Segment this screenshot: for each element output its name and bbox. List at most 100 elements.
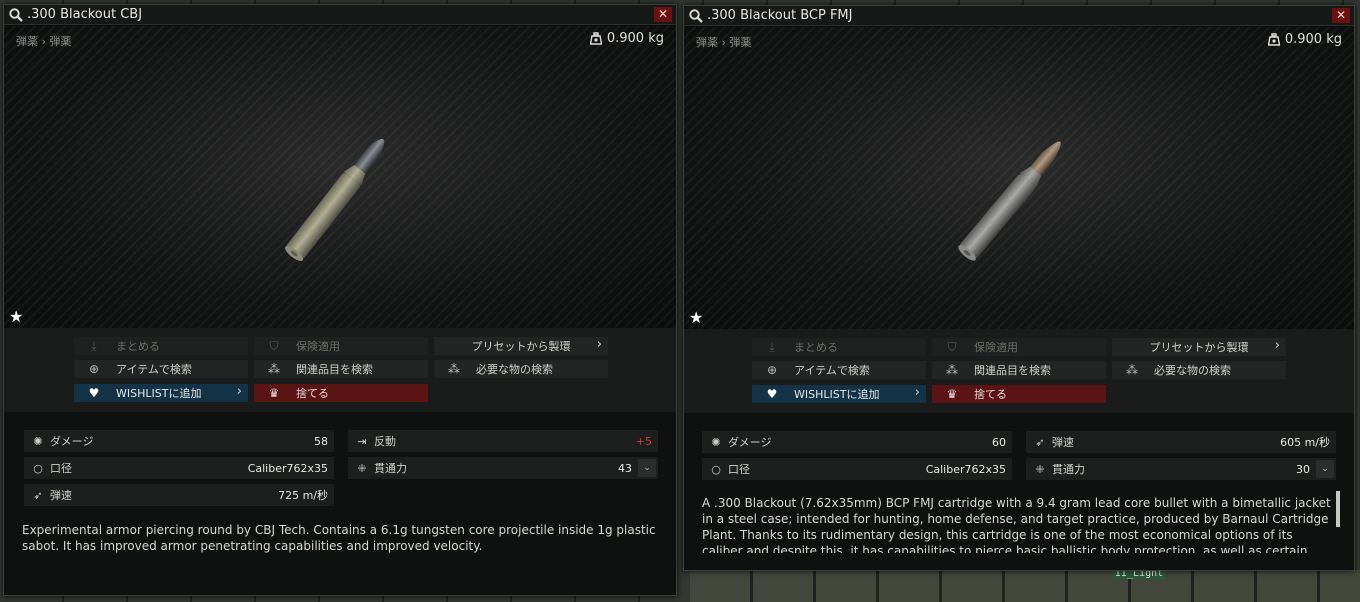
wishlist-button[interactable]: ♥ WISHLISTに追加 › [74,384,248,402]
related-nodes-icon: ⁂ [268,362,280,376]
chevron-down-icon[interactable]: ⌄ [638,459,656,477]
inventory-strip [690,570,1360,602]
stat-velocity: ➶ 弾速 725 m/秒 [24,484,334,506]
shield-icon: ⛉ [947,339,957,354]
damage-icon: ✺ [33,434,43,448]
discard-label: 捨てる [974,388,1007,401]
stat-recoil: ⇥ 反動 +5 [348,430,658,452]
trash-crown-icon: ♛ [946,387,958,401]
search-required-button[interactable]: ⁂ 必要な物の検索 [434,360,608,378]
discard-button[interactable]: ♛ 捨てる [254,384,428,402]
stat-label: 口径 [728,463,750,476]
breadcrumb: 弾薬 › 弾薬 [16,35,72,48]
stat-value: 30 [1296,462,1310,476]
close-icon: ✕ [1335,8,1347,22]
search-item-button[interactable]: ⊕ アイテムで検索 [74,360,248,378]
action-panel: ⤓ まとめる ⛉ 保険適用 プリセットから製環 › ⊕ アイテムで検索 ⁂ 関連品目を検索… [4,328,676,412]
chevron-right-icon: › [236,384,242,399]
item-image-area: 弾薬 › 弾薬 0.900 kg ★ [4,26,676,328]
stat-label: ダメージ [50,435,94,448]
recoil-icon: ⇥ [357,434,367,448]
collapse-label: まとめる [794,341,838,354]
search-item-label: アイテムで検索 [116,363,192,376]
preset-label: プリセットから製環 [471,340,571,353]
stat-caliber: ○ 口径 Caliber762x35 [24,457,334,479]
search-related-label: 関連品目を検索 [296,363,373,376]
stat-velocity: ➶ 弾速 605 m/秒 [1026,431,1336,453]
search-icon [9,7,23,22]
collapse-label: まとめる [116,340,160,353]
chevron-right-icon: › [1274,338,1280,353]
stat-value: 58 [314,434,328,448]
item-image [285,138,385,261]
preset-button[interactable]: プリセットから製環 › [434,337,608,355]
stat-value: 605 m/秒 [1280,436,1330,449]
stat-label: 貫通力 [1052,463,1085,476]
collapse-button[interactable]: ⤓ まとめる [74,337,248,355]
insure-label: 保険適用 [296,340,340,353]
discard-button[interactable]: ♛ 捨てる [932,385,1106,403]
damage-icon: ✺ [711,435,721,449]
window-title: .300 Blackout CBJ [27,7,143,22]
stat-value: 60 [992,435,1006,449]
preset-label: プリセットから製環 [1149,341,1249,354]
item-inspect-window-cbj[interactable]: .300 Blackout CBJ ✕ 弾薬 › 弾薬 0.900 kg ★ ⤓… [3,4,677,596]
window-titlebar[interactable]: .300 Blackout BCP FMJ ✕ [684,6,1354,26]
favorite-star-icon[interactable]: ★ [9,307,23,326]
item-inspect-window-bcp-fmj[interactable]: .300 Blackout BCP FMJ ✕ 弾薬 › 弾薬 0.900 kg… [683,5,1355,571]
stat-penetration: ⁜ 貫通力 43 ⌄ [348,457,658,479]
stat-label: 弾速 [1052,436,1074,449]
chevron-right-icon: › [596,337,602,352]
weight-icon [589,32,602,45]
stat-label: 反動 [374,435,396,448]
window-titlebar[interactable]: .300 Blackout CBJ ✕ [4,5,676,25]
preset-button[interactable]: プリセットから製環 › [1112,338,1286,356]
velocity-icon: ➶ [1035,435,1045,449]
stat-damage: ✺ ダメージ 60 [702,431,1012,453]
item-weight-value: 0.900 kg [1284,32,1342,47]
stat-label: 貫通力 [374,462,407,475]
wishlist-button[interactable]: ♥ WISHLISTに追加 › [752,385,926,403]
weight-icon [1267,33,1280,46]
stat-label: ダメージ [728,436,772,449]
item-image-area: 弾薬 › 弾薬 0.900 kg ★ [684,27,1354,329]
stat-value: 43 [618,461,632,475]
search-related-button[interactable]: ⁂ 関連品目を検索 [254,360,428,378]
stats-panel: ✺ ダメージ 60 ➶ 弾速 605 m/秒 ○ 口径 Caliber762x3… [684,413,1354,570]
favorite-star-icon[interactable]: ★ [689,308,703,327]
breadcrumb: 弾薬 › 弾薬 [696,36,752,49]
item-weight: 0.900 kg [589,31,664,46]
collapse-button[interactable]: ⤓ まとめる [752,338,926,356]
close-button[interactable]: ✕ [1332,8,1350,23]
stats-panel: ✺ ダメージ 58 ⇥ 反動 +5 ○ 口径 Caliber762x35 ⁜ 貫… [4,412,676,595]
stat-label: 口径 [50,462,72,475]
magnifier-plus-icon: ⊕ [766,363,778,377]
chevron-right-icon: › [914,385,920,400]
search-related-label: 関連品目を検索 [974,364,1051,377]
penetration-icon: ⁜ [1035,462,1045,476]
chevron-down-icon[interactable]: ⌄ [1316,460,1334,478]
search-required-label: 必要な物の検索 [1154,364,1231,377]
insure-button[interactable]: ⛉ 保険適用 [932,338,1106,356]
required-nodes-icon: ⁂ [448,362,460,376]
action-panel: ⤓ まとめる ⛉ 保険適用 プリセットから製環 › ⊕ アイテムで検索 ⁂ 関連品目を検索… [684,329,1354,413]
search-required-button[interactable]: ⁂ 必要な物の検索 [1112,361,1286,379]
discard-label: 捨てる [296,387,329,400]
magnifier-plus-icon: ⊕ [88,362,100,376]
stat-value: 725 m/秒 [278,489,328,502]
insure-button[interactable]: ⛉ 保険適用 [254,337,428,355]
related-nodes-icon: ⁂ [946,363,958,377]
caliber-icon: ○ [33,461,43,475]
download-icon: ⤓ [769,339,775,354]
item-description: A .300 Blackout (7.62x35mm) BCP FMJ cart… [702,496,1331,553]
insure-label: 保険適用 [974,341,1018,354]
search-item-button[interactable]: ⊕ アイテムで検索 [752,361,926,379]
stat-damage: ✺ ダメージ 58 [24,430,334,452]
wishlist-label: WISHLISTに追加 [116,387,202,400]
required-nodes-icon: ⁂ [1126,363,1138,377]
description-scrollbar[interactable] [1336,491,1340,527]
heart-icon: ♥ [766,387,778,401]
search-related-button[interactable]: ⁂ 関連品目を検索 [932,361,1106,379]
close-button[interactable]: ✕ [654,7,672,22]
search-item-label: アイテムで検索 [794,364,870,377]
